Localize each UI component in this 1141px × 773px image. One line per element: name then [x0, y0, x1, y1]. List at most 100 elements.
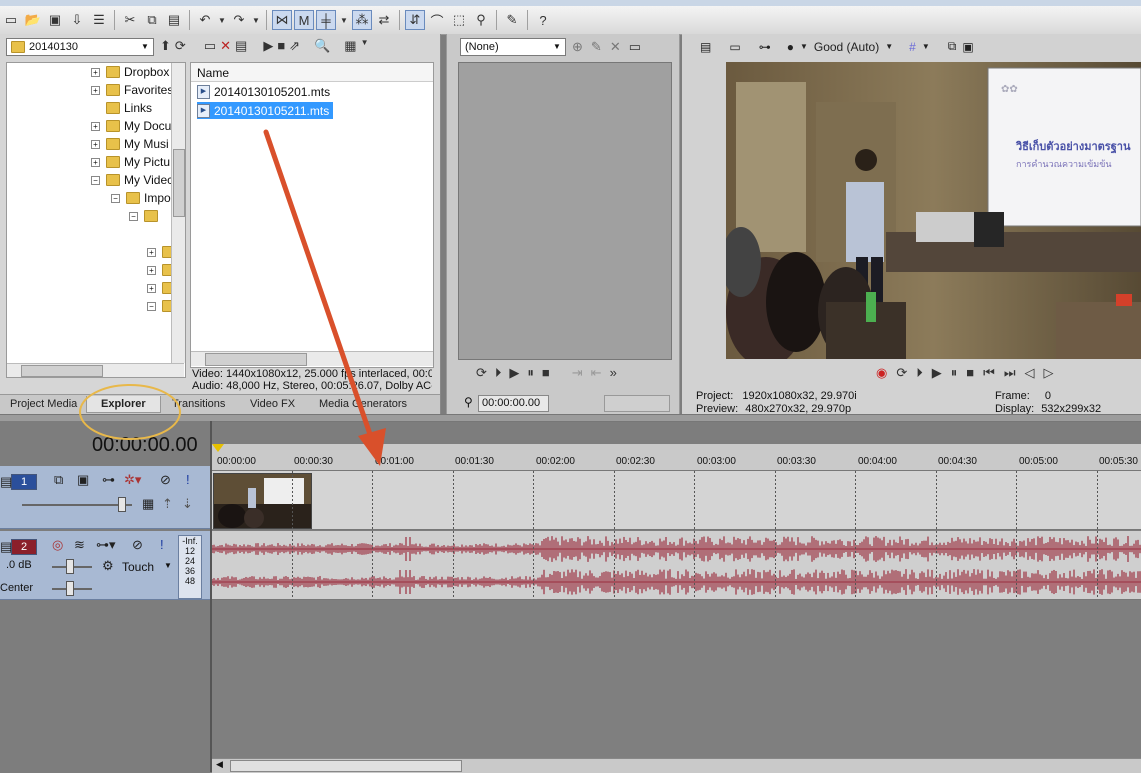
save-snapshot-icon[interactable]: ▣: [962, 40, 973, 54]
track-motion-icon[interactable]: ▦: [142, 496, 154, 512]
play-from-start-icon[interactable]: ⏵: [916, 365, 923, 381]
views-dropdown-icon[interactable]: ▼: [361, 38, 369, 54]
level-slider[interactable]: [22, 504, 132, 506]
chevron-down-icon[interactable]: ▼: [139, 41, 151, 53]
tree-item[interactable]: + My Docu: [91, 117, 171, 135]
automation-dropdown-icon[interactable]: ▼: [164, 561, 172, 570]
lock-envelope-icon[interactable]: ╪: [316, 10, 336, 30]
track-fx-icon[interactable]: ✲▾: [124, 472, 141, 488]
properties-icon[interactable]: ☰: [89, 10, 109, 30]
tree-hscrollbar[interactable]: [7, 363, 184, 377]
cursor-time[interactable]: 00:00:00.00: [92, 434, 198, 457]
envelope-edit-icon[interactable]: ⌒: [427, 10, 447, 30]
play-icon[interactable]: ▶: [932, 365, 942, 381]
normal-edit-icon[interactable]: ⇵: [405, 10, 425, 30]
file-item[interactable]: ▶ 20140130105201.mts: [197, 83, 330, 100]
timeline-hscroll-thumb[interactable]: [230, 760, 462, 772]
tree-item[interactable]: + Favorites: [91, 81, 173, 99]
tree-expander-icon[interactable]: −: [129, 211, 138, 221]
trimmer-combo[interactable]: (None) ▼: [460, 38, 566, 56]
pause-icon[interactable]: ⏸: [527, 365, 534, 381]
loop-region-marker[interactable]: [212, 444, 224, 452]
cut-icon[interactable]: ✂: [120, 10, 140, 30]
tree-expander-icon[interactable]: −: [91, 175, 100, 185]
column-name-header[interactable]: Name: [197, 66, 229, 80]
trimmer-timecode[interactable]: 00:00:00.00: [478, 395, 549, 412]
views-icon[interactable]: ▦: [344, 38, 356, 54]
save-icon[interactable]: ▣: [45, 10, 65, 30]
preview-quality[interactable]: Good (Auto): [814, 40, 879, 54]
tab-transitions[interactable]: Transitions: [172, 398, 225, 410]
make-compositing-child-icon[interactable]: ▣: [77, 472, 89, 488]
properties-icon[interactable]: ▤: [700, 40, 711, 54]
render-icon[interactable]: ⇩: [67, 10, 87, 30]
play-icon[interactable]: ▶: [509, 365, 519, 381]
search-icon[interactable]: 🔍: [314, 38, 330, 54]
timeline-ruler[interactable]: 00:00:00 00:00:30 00:01:00 00:01:30 00:0…: [212, 444, 1141, 471]
tree-item[interactable]: + My Pictu: [91, 153, 170, 171]
tree-vscrollbar[interactable]: [171, 63, 185, 363]
list-header[interactable]: Name: [191, 63, 433, 82]
zoom-edit-icon[interactable]: ⚲: [471, 10, 491, 30]
quality-dropdown-icon[interactable]: ▼: [885, 42, 893, 51]
copy-icon[interactable]: ⧉: [142, 10, 162, 30]
tab-media-generators[interactable]: Media Generators: [319, 398, 407, 410]
tree-item[interactable]: − Impo: [111, 189, 171, 207]
video-track-header[interactable]: 1 ▤ ⧉ ▣ ⊶ ✲▾ ⊘ ! ▦ ⇡ ⇣: [0, 466, 210, 529]
overwrite-icon[interactable]: ⇤: [591, 365, 602, 381]
tree-expander-icon[interactable]: +: [91, 121, 100, 131]
auto-ripple-icon[interactable]: M: [294, 10, 314, 30]
minimize-track-icon[interactable]: ▤: [0, 474, 12, 490]
tree-expander-icon[interactable]: +: [91, 139, 100, 149]
tree-expander-icon[interactable]: +: [91, 157, 100, 167]
pan-slider-knob[interactable]: [66, 581, 74, 596]
volume-slider-knob[interactable]: [66, 559, 74, 574]
chevron-down-icon[interactable]: ▼: [551, 41, 563, 53]
expand-down-icon[interactable]: ⇣: [182, 496, 193, 512]
stop-icon[interactable]: ■: [542, 365, 550, 381]
tree-item[interactable]: + My Musi: [91, 135, 169, 153]
level-slider-knob[interactable]: [118, 497, 126, 512]
tree-vscroll-thumb[interactable]: [173, 149, 185, 217]
redo-icon[interactable]: ↷: [229, 10, 249, 30]
undo-icon[interactable]: ↶: [195, 10, 215, 30]
solo-icon[interactable]: !: [186, 472, 190, 487]
overlays-dropdown-icon[interactable]: ▼: [800, 42, 808, 51]
pause-icon[interactable]: ⏸: [951, 365, 958, 381]
auto-preview-icon[interactable]: ⇗: [289, 38, 300, 54]
mute-icon[interactable]: ⊘: [132, 537, 143, 553]
crossfade-dropdown-icon[interactable]: ▼: [338, 10, 350, 30]
open-icon[interactable]: 📂: [23, 10, 43, 30]
tree-expander-icon[interactable]: +: [147, 283, 156, 293]
marker-icon[interactable]: ⚲: [464, 395, 473, 409]
record-icon[interactable]: ◉: [876, 365, 887, 381]
overlays-icon[interactable]: ●: [787, 40, 794, 54]
file-hscrollbar[interactable]: [191, 351, 433, 366]
redo-dropdown-icon[interactable]: ▼: [251, 10, 261, 30]
go-to-end-icon[interactable]: ⏭: [1004, 365, 1016, 381]
tree-item[interactable]: Links: [91, 99, 152, 117]
delete-icon[interactable]: ✕: [220, 38, 231, 54]
motion-icon[interactable]: ⊶: [102, 472, 115, 488]
arm-for-record-icon[interactable]: ◎: [52, 537, 63, 553]
add-to-timeline-icon[interactable]: ⊕: [572, 39, 583, 55]
invert-phase-icon[interactable]: ≋: [74, 537, 85, 553]
tree-expander-icon[interactable]: +: [91, 67, 100, 77]
paste-icon[interactable]: ▤: [164, 10, 184, 30]
undo-dropdown-icon[interactable]: ▼: [217, 10, 227, 30]
file-item-selected[interactable]: ▶ 20140130105211.mts: [197, 102, 334, 119]
trimmer-view[interactable]: [458, 62, 672, 360]
solo-icon[interactable]: !: [160, 537, 164, 552]
pencil-icon[interactable]: ✎: [591, 39, 602, 55]
tab-video-fx[interactable]: Video FX: [250, 398, 295, 410]
whats-this-icon[interactable]: ?: [533, 10, 553, 30]
tree-expander-icon[interactable]: +: [147, 265, 156, 275]
timeline-hscrollbar[interactable]: ◀: [212, 758, 1141, 773]
close-icon[interactable]: ✕: [610, 39, 621, 55]
monitor-icon[interactable]: ▭: [729, 40, 740, 54]
file-hscroll-thumb[interactable]: [205, 353, 307, 366]
tree-item[interactable]: − My Videc: [91, 171, 173, 189]
trimmer-length-field[interactable]: [604, 395, 670, 412]
tree-expander-icon[interactable]: +: [147, 247, 156, 257]
snap-icon[interactable]: ⋈: [272, 10, 292, 30]
